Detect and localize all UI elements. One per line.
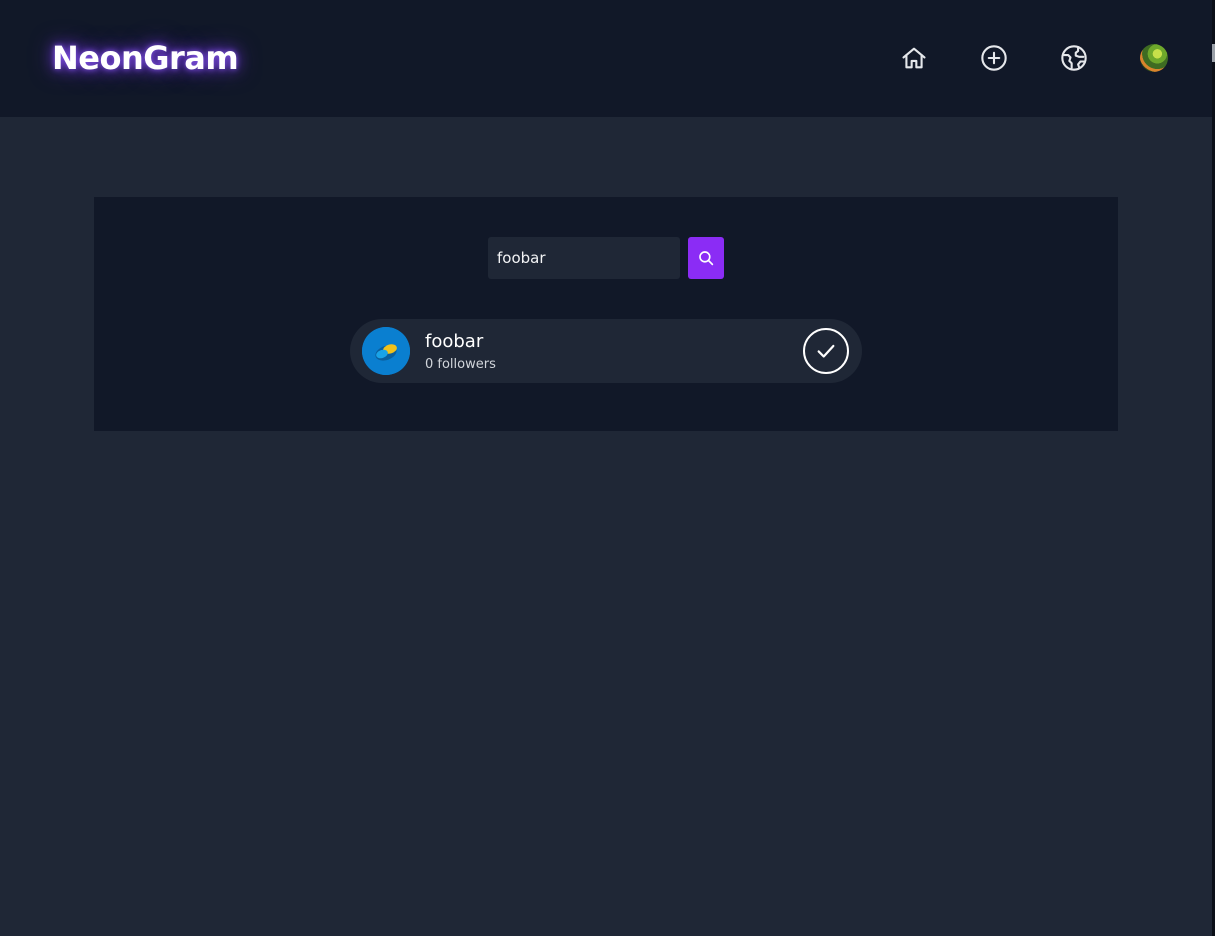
nav-menu xyxy=(898,42,1170,74)
globe-icon xyxy=(1061,45,1087,71)
result-avatar xyxy=(362,327,410,375)
create-post-button[interactable] xyxy=(978,42,1010,74)
top-navigation-bar: NeonGram xyxy=(0,0,1215,117)
home-button[interactable] xyxy=(898,42,930,74)
search-panel: foobar 0 followers xyxy=(94,197,1118,431)
search-bar xyxy=(488,237,724,279)
app-logo[interactable]: NeonGram xyxy=(52,38,239,78)
search-icon xyxy=(699,251,714,266)
avatar-image xyxy=(362,327,410,375)
profile-button[interactable] xyxy=(1138,42,1170,74)
home-icon xyxy=(902,47,926,69)
user-result-card[interactable]: foobar 0 followers xyxy=(350,319,862,383)
plus-circle-icon xyxy=(981,45,1007,71)
result-username[interactable]: foobar xyxy=(425,331,483,353)
check-icon xyxy=(817,344,835,358)
result-follower-count: 0 followers xyxy=(425,357,496,372)
follow-toggle-button[interactable] xyxy=(803,328,849,374)
search-button[interactable] xyxy=(688,237,724,279)
explore-button[interactable] xyxy=(1058,42,1090,74)
search-input[interactable] xyxy=(488,237,680,279)
user-avatar xyxy=(1140,44,1168,72)
